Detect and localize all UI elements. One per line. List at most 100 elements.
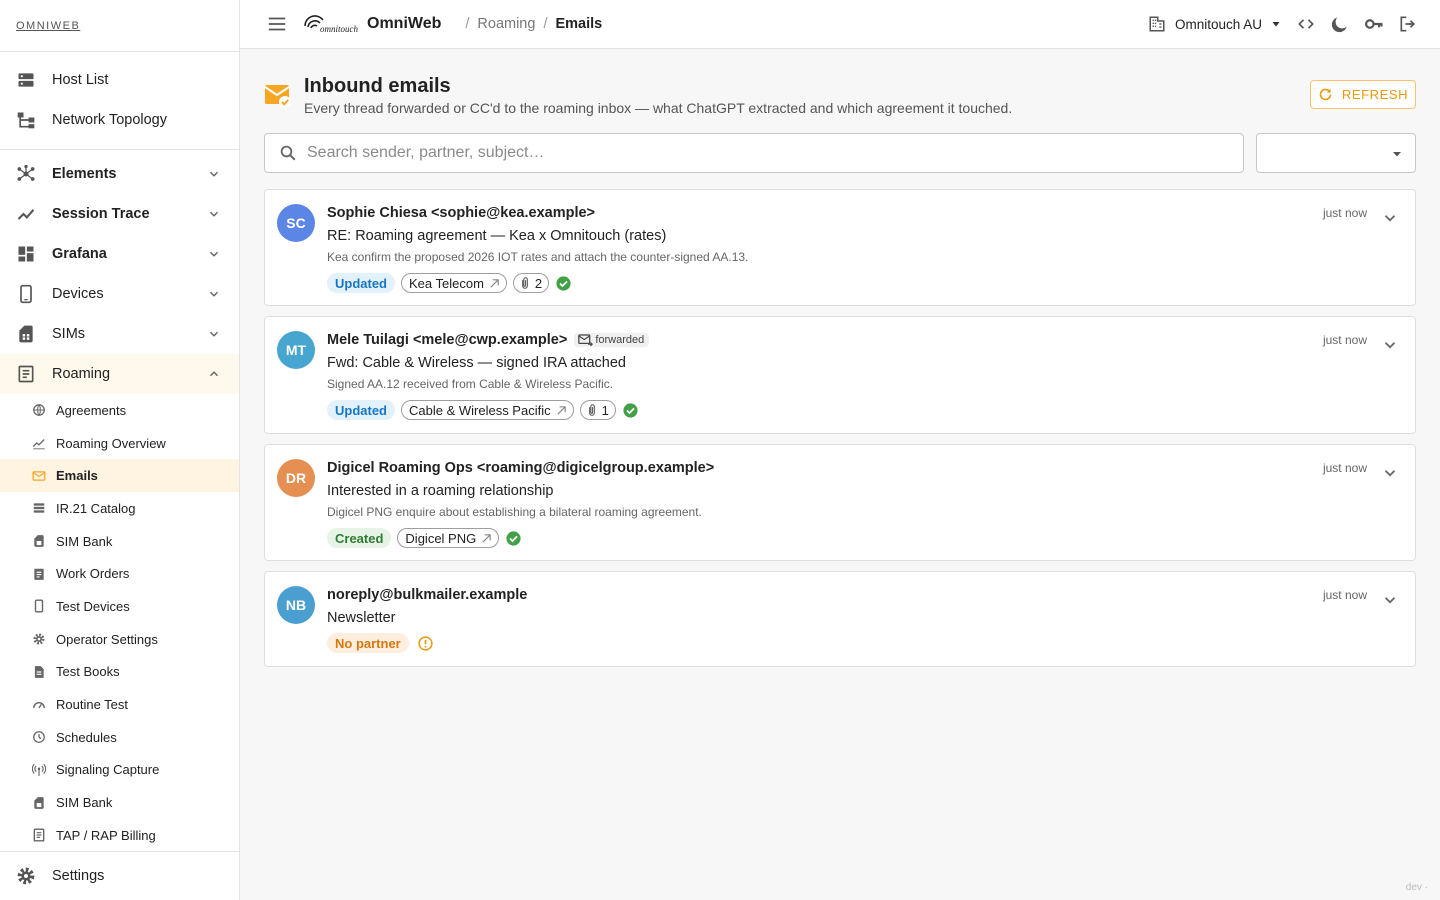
avatar: NB bbox=[277, 586, 315, 624]
sub-item-schedules[interactable]: Schedules bbox=[0, 721, 239, 754]
email-list: SC Sophie Chiesa <sophie@kea.example> RE… bbox=[264, 189, 1416, 677]
sub-item-tap-rap-billing[interactable]: TAP / RAP Billing bbox=[0, 819, 239, 852]
sender-text: Digicel Roaming Ops <roaming@digicelgrou… bbox=[327, 460, 715, 476]
nav-group-label: Session Trace bbox=[52, 206, 150, 222]
mail-icon bbox=[32, 469, 46, 483]
nav-group-sims[interactable]: SIMs bbox=[0, 314, 239, 354]
sub-item-sim-bank[interactable]: SIM Bank bbox=[0, 525, 239, 558]
sub-item-label: Emails bbox=[56, 468, 98, 484]
key-icon[interactable] bbox=[1364, 14, 1384, 34]
sub-item-sim-bank-2[interactable]: SIM Bank bbox=[0, 786, 239, 819]
nav-group-label: Roaming bbox=[52, 366, 111, 382]
brand: OMNIWEB bbox=[0, 0, 239, 52]
breadcrumb-roaming[interactable]: Roaming bbox=[477, 16, 535, 32]
refresh-label: REFRESH bbox=[1341, 87, 1409, 102]
expand-icon[interactable] bbox=[1381, 336, 1399, 354]
attachment-chip: 2 bbox=[512, 273, 550, 293]
partner-name: Digicel PNG bbox=[405, 530, 477, 546]
email-card[interactable]: NB noreply@bulkmailer.example Newsletter… bbox=[264, 571, 1416, 667]
warning-circle-icon bbox=[417, 635, 434, 652]
nav-group-roaming[interactable]: Roaming bbox=[0, 354, 239, 394]
email-subject: Interested in a roaming relationship bbox=[327, 483, 554, 499]
sidebar: OMNIWEB Host List Network Topology Eleme… bbox=[0, 0, 240, 900]
sub-item-emails[interactable]: Emails bbox=[0, 459, 239, 493]
breadcrumb: / Roaming / Emails bbox=[465, 16, 603, 32]
brand-text[interactable]: OMNIWEB bbox=[16, 20, 80, 32]
page-subtitle: Every thread forwarded or CC'd to the ro… bbox=[304, 100, 1013, 116]
email-card[interactable]: DR Digicel Roaming Ops <roaming@digicelg… bbox=[264, 444, 1416, 561]
menu-icon[interactable] bbox=[266, 13, 288, 35]
sub-item-test-books[interactable]: Test Books bbox=[0, 656, 239, 689]
sub-item-label: SIM Bank bbox=[56, 795, 113, 811]
sender-text: Mele Tuilagi <mele@cwp.example> bbox=[327, 332, 568, 348]
gear-icon bbox=[32, 632, 46, 646]
email-card[interactable]: SC Sophie Chiesa <sophie@kea.example> RE… bbox=[264, 189, 1416, 306]
sub-item-operator-settings[interactable]: Operator Settings bbox=[0, 623, 239, 656]
avatar: DR bbox=[277, 459, 315, 497]
sub-item-label: Operator Settings bbox=[56, 631, 158, 647]
dns-icon bbox=[16, 70, 36, 90]
expand-icon[interactable] bbox=[1381, 591, 1399, 609]
dark-mode-icon[interactable] bbox=[1330, 14, 1350, 34]
sub-item-test-devices[interactable]: Test Devices bbox=[0, 590, 239, 623]
sub-item-label: Schedules bbox=[56, 729, 117, 745]
nav-item-network-topology[interactable]: Network Topology bbox=[0, 100, 239, 140]
open-in-new-icon bbox=[556, 405, 567, 416]
hub-icon bbox=[16, 164, 36, 184]
sub-item-label: Work Orders bbox=[56, 566, 130, 582]
email-subject: Fwd: Cable & Wireless — signed IRA attac… bbox=[327, 355, 626, 371]
sim-icon bbox=[16, 324, 36, 344]
search-input[interactable] bbox=[307, 144, 1243, 162]
expand-icon[interactable] bbox=[1381, 209, 1399, 227]
logout-icon[interactable] bbox=[1398, 14, 1418, 34]
email-subject: Newsletter bbox=[327, 610, 396, 626]
main-content: Inbound emails Every thread forwarded or… bbox=[264, 49, 1416, 667]
sub-item-label: Roaming Overview bbox=[56, 435, 166, 451]
sub-item-work-orders[interactable]: Work Orders bbox=[0, 557, 239, 590]
sender-text: Sophie Chiesa <sophie@kea.example> bbox=[327, 205, 596, 221]
receipt-icon bbox=[32, 828, 46, 842]
sub-item-roaming-overview[interactable]: Roaming Overview bbox=[0, 427, 239, 460]
partner-chip[interactable]: Cable & Wireless Pacific bbox=[401, 400, 574, 420]
caret-down-icon bbox=[1270, 18, 1282, 30]
check-circle-icon bbox=[622, 402, 639, 419]
nav-group-elements[interactable]: Elements bbox=[0, 154, 239, 194]
trend-icon bbox=[32, 436, 46, 450]
sub-item-label: Signaling Capture bbox=[56, 762, 160, 778]
email-card[interactable]: MT Mele Tuilagi <mele@cwp.example> forwa… bbox=[264, 316, 1416, 434]
status-filter-select[interactable] bbox=[1256, 133, 1416, 173]
search-icon bbox=[279, 144, 297, 162]
sub-item-ir21-catalog[interactable]: IR.21 Catalog bbox=[0, 492, 239, 525]
nav-group-label: Devices bbox=[52, 286, 104, 302]
attachment-count: 2 bbox=[534, 275, 543, 291]
sub-item-routine-test[interactable]: Routine Test bbox=[0, 688, 239, 721]
sub-item-signaling-capture[interactable]: Signaling Capture bbox=[0, 754, 239, 787]
status-badge: Updated bbox=[327, 273, 395, 293]
refresh-button[interactable]: REFRESH bbox=[1310, 80, 1416, 109]
attachment-count: 1 bbox=[601, 402, 609, 418]
clipboard-icon bbox=[32, 567, 46, 581]
partner-chip[interactable]: Kea Telecom bbox=[401, 273, 507, 293]
filter-row bbox=[264, 133, 1416, 173]
expand-icon[interactable] bbox=[1381, 464, 1399, 482]
nav-group-label: Elements bbox=[52, 166, 117, 182]
chevron-down-icon bbox=[207, 207, 221, 221]
speed-icon bbox=[32, 698, 46, 712]
forwarded-badge: forwarded bbox=[574, 333, 650, 347]
tenant-selector[interactable]: Omnitouch AU bbox=[1148, 15, 1282, 33]
forwarded-label: forwarded bbox=[595, 334, 645, 346]
nav-group-grafana[interactable]: Grafana bbox=[0, 234, 239, 274]
sub-item-label: TAP / RAP Billing bbox=[56, 827, 156, 843]
nav-group-devices[interactable]: Devices bbox=[0, 274, 239, 314]
code-icon[interactable] bbox=[1296, 14, 1316, 34]
sidebar-footer: Settings bbox=[0, 851, 239, 900]
status-badge: Created bbox=[327, 528, 392, 548]
sub-item-agreements[interactable]: Agreements bbox=[0, 394, 239, 427]
nav-group-session-trace[interactable]: Session Trace bbox=[0, 194, 239, 234]
nav-item-host-list[interactable]: Host List bbox=[0, 60, 239, 100]
nav-item-settings[interactable]: Settings bbox=[0, 852, 239, 900]
forward-mail-icon bbox=[578, 334, 594, 346]
chevron-down-icon bbox=[207, 327, 221, 341]
clock-icon bbox=[32, 730, 46, 744]
partner-chip[interactable]: Digicel PNG bbox=[397, 528, 500, 548]
